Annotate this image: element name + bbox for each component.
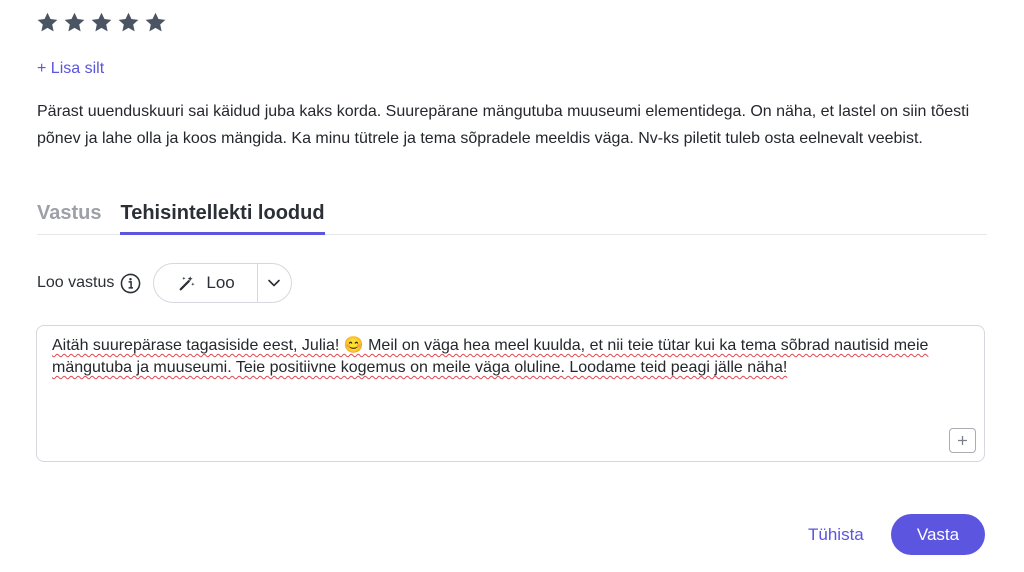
cancel-button[interactable]: Tühista	[808, 525, 864, 545]
magic-wand-icon	[180, 276, 195, 291]
review-text: Pärast uuenduskuuri sai käidud juba kaks…	[37, 103, 970, 147]
info-icon[interactable]	[120, 273, 141, 294]
reply-tabs: Vastus Tehisintellekti loodud	[37, 200, 987, 235]
generate-button[interactable]: Loo	[154, 264, 258, 302]
submit-reply-button[interactable]: Vasta	[891, 514, 985, 555]
star-icon	[144, 11, 167, 34]
reply-text[interactable]: Aitäh suurepärase tagasiside eest, Julia…	[52, 335, 977, 379]
star-rating	[36, 11, 167, 34]
generate-options-dropdown[interactable]	[258, 264, 291, 302]
generate-split-button: Loo	[153, 263, 292, 303]
star-icon	[63, 11, 86, 34]
reply-textarea[interactable]: Aitäh suurepärase tagasiside eest, Julia…	[36, 325, 985, 462]
tab-reply[interactable]: Vastus	[37, 200, 101, 234]
chevron-down-icon	[268, 279, 281, 287]
generate-reply-row: Loo vastus Loo	[37, 263, 292, 303]
generate-reply-label: Loo vastus	[37, 274, 115, 291]
generate-button-label: Loo	[206, 273, 235, 292]
star-icon	[90, 11, 113, 34]
star-icon	[117, 11, 140, 34]
expand-editor-button[interactable]	[949, 428, 976, 453]
add-tag-link[interactable]: + Lisa silt	[37, 60, 104, 78]
tab-ai-generated[interactable]: Tehisintellekti loodud	[120, 200, 325, 235]
plus-icon	[958, 436, 967, 445]
star-icon	[36, 11, 59, 34]
